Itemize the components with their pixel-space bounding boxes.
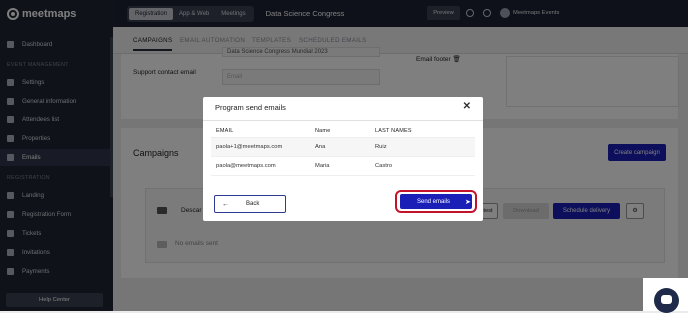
col-email: EMAIL: [216, 127, 234, 134]
cell-email: paola@meetmaps.com: [216, 163, 276, 169]
back-label: Back: [246, 201, 260, 207]
table-header: EMAIL Name LAST NAMES: [211, 124, 475, 138]
table-row: paola@meetmaps.com Maria Castro: [211, 157, 475, 176]
modal-title: Program send emails: [215, 103, 286, 112]
close-icon[interactable]: ✕: [463, 101, 471, 112]
send-icon: ➤: [465, 198, 471, 206]
arrow-left-icon: ←: [222, 200, 229, 208]
col-name: Name: [315, 127, 331, 134]
cell-email: paola+1@meetmaps.com: [216, 144, 283, 150]
divider: [203, 120, 483, 121]
send-label: Send emails: [417, 198, 451, 205]
table-row: paola+1@meetmaps.com Ana Ruiz: [211, 138, 475, 157]
cell-name: Maria: [315, 163, 330, 169]
cell-last-name: Castro: [375, 163, 393, 169]
cell-last-name: Ruiz: [375, 144, 387, 150]
back-button[interactable]: ← Back: [214, 195, 286, 213]
cell-name: Ana: [315, 144, 326, 150]
chat-icon[interactable]: [654, 288, 679, 313]
col-last-names: LAST NAMES: [375, 127, 412, 134]
send-emails-button[interactable]: Send emails ➤: [400, 194, 472, 209]
chat-widget[interactable]: [643, 278, 688, 313]
program-send-modal: Program send emails ✕ EMAIL Name LAST NA…: [203, 97, 483, 221]
recipients-table: EMAIL Name LAST NAMES paola+1@meetmaps.c…: [211, 124, 475, 176]
